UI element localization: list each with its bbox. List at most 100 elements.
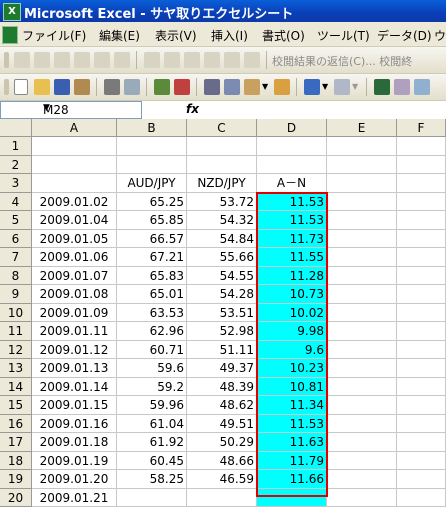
cell-d14[interactable]: 10.81 — [257, 378, 327, 397]
cell-b2[interactable] — [117, 156, 187, 175]
cell-c14[interactable]: 48.39 — [187, 378, 257, 397]
autosum-icon[interactable] — [394, 79, 410, 95]
cell-c10[interactable]: 53.51 — [187, 304, 257, 323]
cell-f4[interactable] — [397, 193, 446, 212]
cell-f12[interactable] — [397, 341, 446, 360]
menu-tools[interactable]: ツール(T) — [317, 27, 370, 44]
cell-f17[interactable] — [397, 433, 446, 452]
cell-e12[interactable] — [327, 341, 397, 360]
cell-b5[interactable]: 65.85 — [117, 211, 187, 230]
delete-comment-icon[interactable] — [54, 52, 70, 68]
cell-b1[interactable] — [117, 137, 187, 156]
column-header-c[interactable]: C — [187, 119, 257, 137]
previous-comment-icon[interactable] — [94, 52, 110, 68]
cell-c2[interactable] — [187, 156, 257, 175]
next-comment-icon[interactable] — [114, 52, 130, 68]
cell-a16[interactable]: 2009.01.16 — [32, 415, 117, 434]
cell-e6[interactable] — [327, 230, 397, 249]
cell-e14[interactable] — [327, 378, 397, 397]
cell-f20[interactable] — [397, 489, 446, 507]
show-all-comments-icon[interactable] — [144, 52, 160, 68]
open-icon[interactable] — [34, 79, 50, 95]
cell-c18[interactable]: 48.66 — [187, 452, 257, 471]
format-painter-icon[interactable] — [274, 79, 290, 95]
cell-b18[interactable]: 60.45 — [117, 452, 187, 471]
cell-a2[interactable] — [32, 156, 117, 175]
new-icon[interactable] — [14, 79, 28, 95]
cell-d16[interactable]: 11.53 — [257, 415, 327, 434]
toolbar-grip-icon[interactable] — [4, 52, 9, 68]
menu-file[interactable]: ファイル(F) — [22, 27, 86, 44]
cell-f1[interactable] — [397, 137, 446, 156]
cell-f13[interactable] — [397, 359, 446, 378]
cell-d6[interactable]: 11.73 — [257, 230, 327, 249]
cell-a11[interactable]: 2009.01.11 — [32, 322, 117, 341]
spelling-icon[interactable] — [154, 79, 170, 95]
row-header-16[interactable]: 16 — [0, 415, 32, 434]
sort-icon[interactable] — [414, 79, 430, 95]
cell-d4[interactable]: 11.53 — [257, 193, 327, 212]
cell-c4[interactable]: 53.72 — [187, 193, 257, 212]
row-header-14[interactable]: 14 — [0, 378, 32, 397]
cell-a12[interactable]: 2009.01.12 — [32, 341, 117, 360]
cell-c7[interactable]: 55.66 — [187, 248, 257, 267]
cell-e8[interactable] — [327, 267, 397, 286]
column-header-d[interactable]: D — [257, 119, 327, 137]
create-task-icon[interactable] — [224, 52, 240, 68]
row-header-6[interactable]: 6 — [0, 230, 32, 249]
row-header-9[interactable]: 9 — [0, 285, 32, 304]
hide-comment-icon[interactable] — [164, 52, 180, 68]
cell-e19[interactable] — [327, 470, 397, 489]
cell-d20[interactable] — [257, 489, 327, 507]
row-header-2[interactable]: 2 — [0, 156, 32, 175]
cell-d11[interactable]: 9.98 — [257, 322, 327, 341]
cell-d18[interactable]: 11.79 — [257, 452, 327, 471]
cell-f6[interactable] — [397, 230, 446, 249]
cell-b8[interactable]: 65.83 — [117, 267, 187, 286]
cell-d5[interactable]: 11.53 — [257, 211, 327, 230]
cell-e11[interactable] — [327, 322, 397, 341]
insert-function-icon[interactable]: fx — [186, 102, 199, 116]
undo-icon[interactable] — [304, 79, 320, 95]
cell-a1[interactable] — [32, 137, 117, 156]
cell-d13[interactable]: 10.23 — [257, 359, 327, 378]
cell-a3[interactable] — [32, 174, 117, 193]
cell-e18[interactable] — [327, 452, 397, 471]
row-header-8[interactable]: 8 — [0, 267, 32, 286]
cell-a10[interactable]: 2009.01.09 — [32, 304, 117, 323]
cell-b15[interactable]: 59.96 — [117, 396, 187, 415]
cell-d3[interactable]: A－N — [257, 174, 327, 193]
menu-view[interactable]: 表示(V) — [155, 27, 197, 44]
cell-a18[interactable]: 2009.01.19 — [32, 452, 117, 471]
row-header-11[interactable]: 11 — [0, 322, 32, 341]
select-all-corner[interactable] — [0, 119, 32, 137]
cell-d7[interactable]: 11.55 — [257, 248, 327, 267]
cell-c1[interactable] — [187, 137, 257, 156]
cell-d2[interactable] — [257, 156, 327, 175]
cell-d17[interactable]: 11.63 — [257, 433, 327, 452]
cell-f16[interactable] — [397, 415, 446, 434]
cell-a9[interactable]: 2009.01.08 — [32, 285, 117, 304]
cell-c8[interactable]: 54.55 — [187, 267, 257, 286]
menu-format[interactable]: 書式(O) — [262, 27, 305, 44]
reply-with-changes-button[interactable]: 校閲結果の返信(C)... 校閲終 — [272, 53, 412, 69]
cell-b6[interactable]: 66.57 — [117, 230, 187, 249]
menu-window[interactable]: ウ — [434, 27, 446, 44]
cell-b11[interactable]: 62.96 — [117, 322, 187, 341]
menu-insert[interactable]: 挿入(I) — [211, 27, 248, 44]
paste-dropdown-icon[interactable]: ▼ — [262, 79, 270, 95]
cell-f8[interactable] — [397, 267, 446, 286]
cell-f9[interactable] — [397, 285, 446, 304]
show-comment-icon[interactable] — [74, 52, 90, 68]
copy-icon[interactable] — [224, 79, 240, 95]
cell-f11[interactable] — [397, 322, 446, 341]
cut-icon[interactable] — [204, 79, 220, 95]
cell-b12[interactable]: 60.71 — [117, 341, 187, 360]
cell-d1[interactable] — [257, 137, 327, 156]
new-comment-icon[interactable] — [14, 52, 30, 68]
cell-a7[interactable]: 2009.01.06 — [32, 248, 117, 267]
cell-c5[interactable]: 54.32 — [187, 211, 257, 230]
cell-a14[interactable]: 2009.01.14 — [32, 378, 117, 397]
cell-b13[interactable]: 59.6 — [117, 359, 187, 378]
workbook-icon[interactable] — [2, 26, 18, 44]
